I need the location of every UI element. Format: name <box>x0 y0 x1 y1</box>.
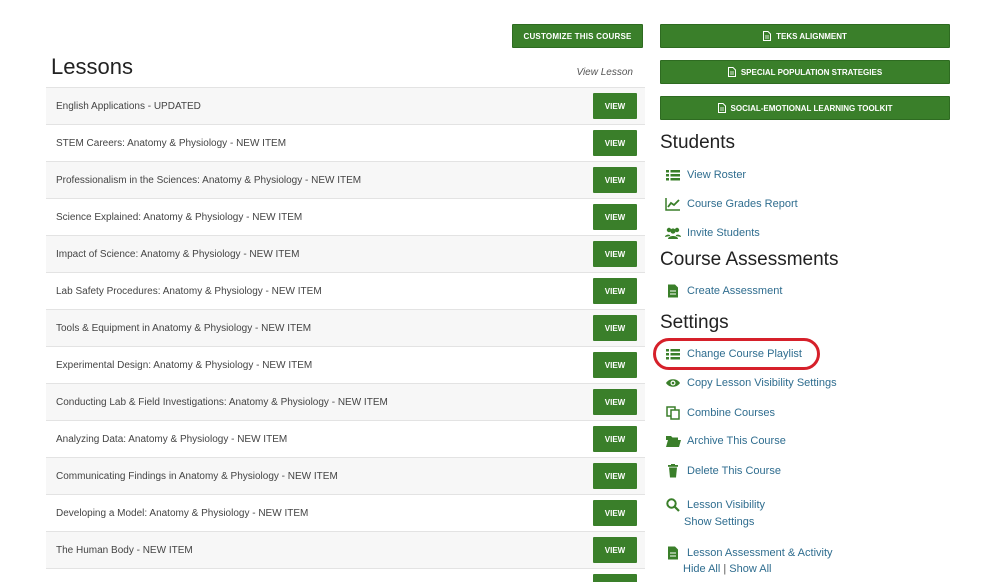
course-grades-report-label: Course Grades Report <box>687 198 798 210</box>
lessons-title: Lessons <box>51 54 133 79</box>
document-icon <box>727 67 736 77</box>
special-population-button[interactable]: SPECIAL POPULATION STRATEGIES <box>660 60 950 84</box>
lesson-row: Experimental Design: Anatomy & Physiolog… <box>46 346 645 383</box>
list-icon <box>666 170 680 181</box>
lesson-name: Conducting Lab & Field Investigations: A… <box>56 396 388 408</box>
combine-courses-link[interactable]: Combine Courses <box>665 406 775 420</box>
lesson-name: Tools & Equipment in Anatomy & Physiolog… <box>56 322 312 334</box>
view-lesson-button[interactable]: VIEW <box>593 93 637 119</box>
teks-alignment-button[interactable]: TEKS ALIGNMENT <box>660 24 950 48</box>
lesson-row: Developing a Model: Anatomy & Physiology… <box>46 494 645 531</box>
view-lesson-button[interactable]: VIEW <box>593 278 637 304</box>
lesson-assessment-label: Lesson Assessment & Activity <box>687 547 833 559</box>
lesson-row: Science Explained: Anatomy & Physiology … <box>46 198 645 235</box>
students-title: Students <box>660 132 735 153</box>
document-icon <box>668 284 678 298</box>
lesson-row: VIEW <box>46 568 645 582</box>
document-icon <box>763 31 772 41</box>
lesson-name: Developing a Model: Anatomy & Physiology… <box>56 507 309 519</box>
lesson-name: Impact of Science: Anatomy & Physiology … <box>56 248 300 260</box>
lesson-list: English Applications - UPDATED VIEW STEM C… <box>46 87 645 582</box>
archive-course-label: Archive This Course <box>687 435 786 447</box>
lesson-row: STEM Careers: Anatomy & Physiology - NEW… <box>46 124 645 161</box>
lesson-name: Lab Safety Procedures: Anatomy & Physiol… <box>56 285 322 297</box>
special-population-label: SPECIAL POPULATION STRATEGIES <box>740 67 883 77</box>
lesson-name: The Human Body - NEW ITEM <box>56 544 193 556</box>
copy-icon <box>666 406 680 420</box>
folder-open-icon <box>666 436 681 447</box>
view-lesson-button[interactable]: VIEW <box>593 426 637 452</box>
teks-alignment-label: TEKS ALIGNMENT <box>776 31 847 41</box>
lesson-row: The Human Body - NEW ITEM VIEW <box>46 531 645 568</box>
invite-students-link[interactable]: Invite Students <box>665 226 760 240</box>
view-lesson-button[interactable]: VIEW <box>593 241 637 267</box>
document-icon <box>668 546 678 560</box>
view-lesson-button[interactable]: VIEW <box>593 389 637 415</box>
separator: | <box>723 563 727 575</box>
lesson-row: Impact of Science: Anatomy & Physiology … <box>46 235 645 272</box>
lesson-name: English Applications - UPDATED <box>56 100 201 112</box>
lesson-visibility-link[interactable]: Lesson Visibility <box>665 498 765 512</box>
customize-course-button[interactable]: CUSTOMIZE THIS COURSE <box>512 24 643 48</box>
lesson-name: Analyzing Data: Anatomy & Physiology - N… <box>56 433 288 445</box>
view-roster-label: View Roster <box>687 169 747 181</box>
show-all-link[interactable]: Show All <box>729 563 771 575</box>
lesson-row: Tools & Equipment in Anatomy & Physiolog… <box>46 309 645 346</box>
lesson-assessment-link[interactable]: Lesson Assessment & Activity <box>665 546 833 560</box>
view-lesson-button[interactable]: VIEW <box>593 500 637 526</box>
lesson-name: Experimental Design: Anatomy & Physiolog… <box>56 359 313 371</box>
copy-visibility-label: Copy Lesson Visibility Settings <box>687 377 837 389</box>
create-assessment-link[interactable]: Create Assessment <box>665 284 782 298</box>
lesson-row: Analyzing Data: Anatomy & Physiology - N… <box>46 420 645 457</box>
view-lesson-button[interactable]: VIEW <box>593 537 637 563</box>
archive-course-link[interactable]: Archive This Course <box>665 434 786 448</box>
lesson-row: Communicating Findings in Anatomy & Phys… <box>46 457 645 494</box>
lesson-row: Conducting Lab & Field Investigations: A… <box>46 383 645 420</box>
eye-icon <box>666 379 680 387</box>
sel-toolkit-label: SOCIAL-EMOTIONAL LEARNING TOOLKIT <box>730 103 893 113</box>
invite-students-label: Invite Students <box>687 227 760 239</box>
view-lesson-button[interactable]: VIEW <box>593 167 637 193</box>
view-lesson-button[interactable]: VIEW <box>593 204 637 230</box>
trash-icon <box>668 464 678 478</box>
line-chart-icon <box>665 198 680 211</box>
course-page: CUSTOMIZE THIS COURSE Lessons View Lesso… <box>0 0 1000 582</box>
view-lesson-button[interactable]: VIEW <box>593 463 637 489</box>
course-grades-report-link[interactable]: Course Grades Report <box>665 197 798 211</box>
course-assessments-title: Course Assessments <box>660 249 839 270</box>
sel-toolkit-button[interactable]: SOCIAL-EMOTIONAL LEARNING TOOLKIT <box>660 96 950 120</box>
view-lesson-button[interactable]: VIEW <box>593 130 637 156</box>
hide-show-all-group: Hide All | Show All <box>683 563 771 575</box>
copy-visibility-link[interactable]: Copy Lesson Visibility Settings <box>665 376 837 390</box>
highlight-annotation <box>653 338 820 370</box>
show-settings-link[interactable]: Show Settings <box>684 516 754 528</box>
lesson-visibility-label: Lesson Visibility <box>687 499 766 511</box>
users-icon <box>665 227 681 239</box>
lesson-name: Science Explained: Anatomy & Physiology … <box>56 211 303 223</box>
hide-all-link[interactable]: Hide All <box>683 563 720 575</box>
view-lesson-button[interactable]: VIEW <box>593 352 637 378</box>
lesson-row: English Applications - UPDATED VIEW <box>46 87 645 124</box>
combine-courses-label: Combine Courses <box>687 407 776 419</box>
view-lesson-button[interactable]: VIEW <box>593 315 637 341</box>
view-lesson-button[interactable]: VIEW <box>593 574 637 582</box>
view-roster-link[interactable]: View Roster <box>665 168 746 182</box>
delete-course-link[interactable]: Delete This Course <box>665 464 781 478</box>
lesson-row: Lab Safety Procedures: Anatomy & Physiol… <box>46 272 645 309</box>
lesson-row: Professionalism in the Sciences: Anatomy… <box>46 161 645 198</box>
view-lesson-header: View Lesson <box>576 67 633 78</box>
lesson-name: STEM Careers: Anatomy & Physiology - NEW… <box>56 137 287 149</box>
document-icon <box>717 103 726 113</box>
lesson-name: Communicating Findings in Anatomy & Phys… <box>56 470 338 482</box>
search-icon <box>666 498 680 512</box>
lesson-name: Professionalism in the Sciences: Anatomy… <box>56 174 362 186</box>
delete-course-label: Delete This Course <box>687 465 781 477</box>
create-assessment-label: Create Assessment <box>687 285 783 297</box>
settings-title: Settings <box>660 312 729 333</box>
